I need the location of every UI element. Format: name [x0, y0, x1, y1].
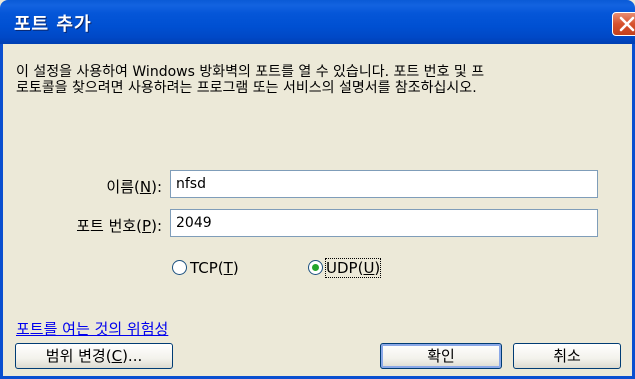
title-bar[interactable]: 포트 추가 — [0, 0, 635, 44]
ok-button[interactable]: 확인 — [380, 343, 502, 369]
udp-radio-label: UDP(U) — [324, 258, 382, 278]
cancel-button[interactable]: 취소 — [513, 343, 621, 369]
add-port-dialog: 포트 추가 이 설정을 사용하여 Windows 방화벽의 포트를 열 수 있습… — [0, 0, 635, 379]
tcp-radio-circle[interactable] — [172, 260, 187, 275]
udp-radio[interactable]: UDP(U) — [308, 258, 382, 278]
port-risk-link[interactable]: 포트를 여는 것의 위험성 — [16, 318, 168, 339]
name-input[interactable] — [170, 170, 598, 198]
port-number-input[interactable] — [170, 209, 598, 237]
description-text: 이 설정을 사용하여 Windows 방화벽의 포트를 열 수 있습니다. 포트… — [16, 64, 485, 96]
window-frame-left — [0, 44, 3, 379]
name-label: 이름(N): — [106, 178, 162, 196]
tcp-radio-label: TCP(T) — [190, 259, 239, 277]
close-button[interactable] — [612, 12, 635, 36]
window-title: 포트 추가 — [14, 14, 92, 35]
close-icon — [619, 16, 635, 32]
tcp-radio[interactable]: TCP(T) — [172, 259, 239, 277]
port-number-label: 포트 번호(P): — [76, 217, 162, 235]
change-scope-button[interactable]: 범위 변경(C)... — [15, 343, 173, 369]
udp-radio-circle[interactable] — [308, 260, 323, 275]
